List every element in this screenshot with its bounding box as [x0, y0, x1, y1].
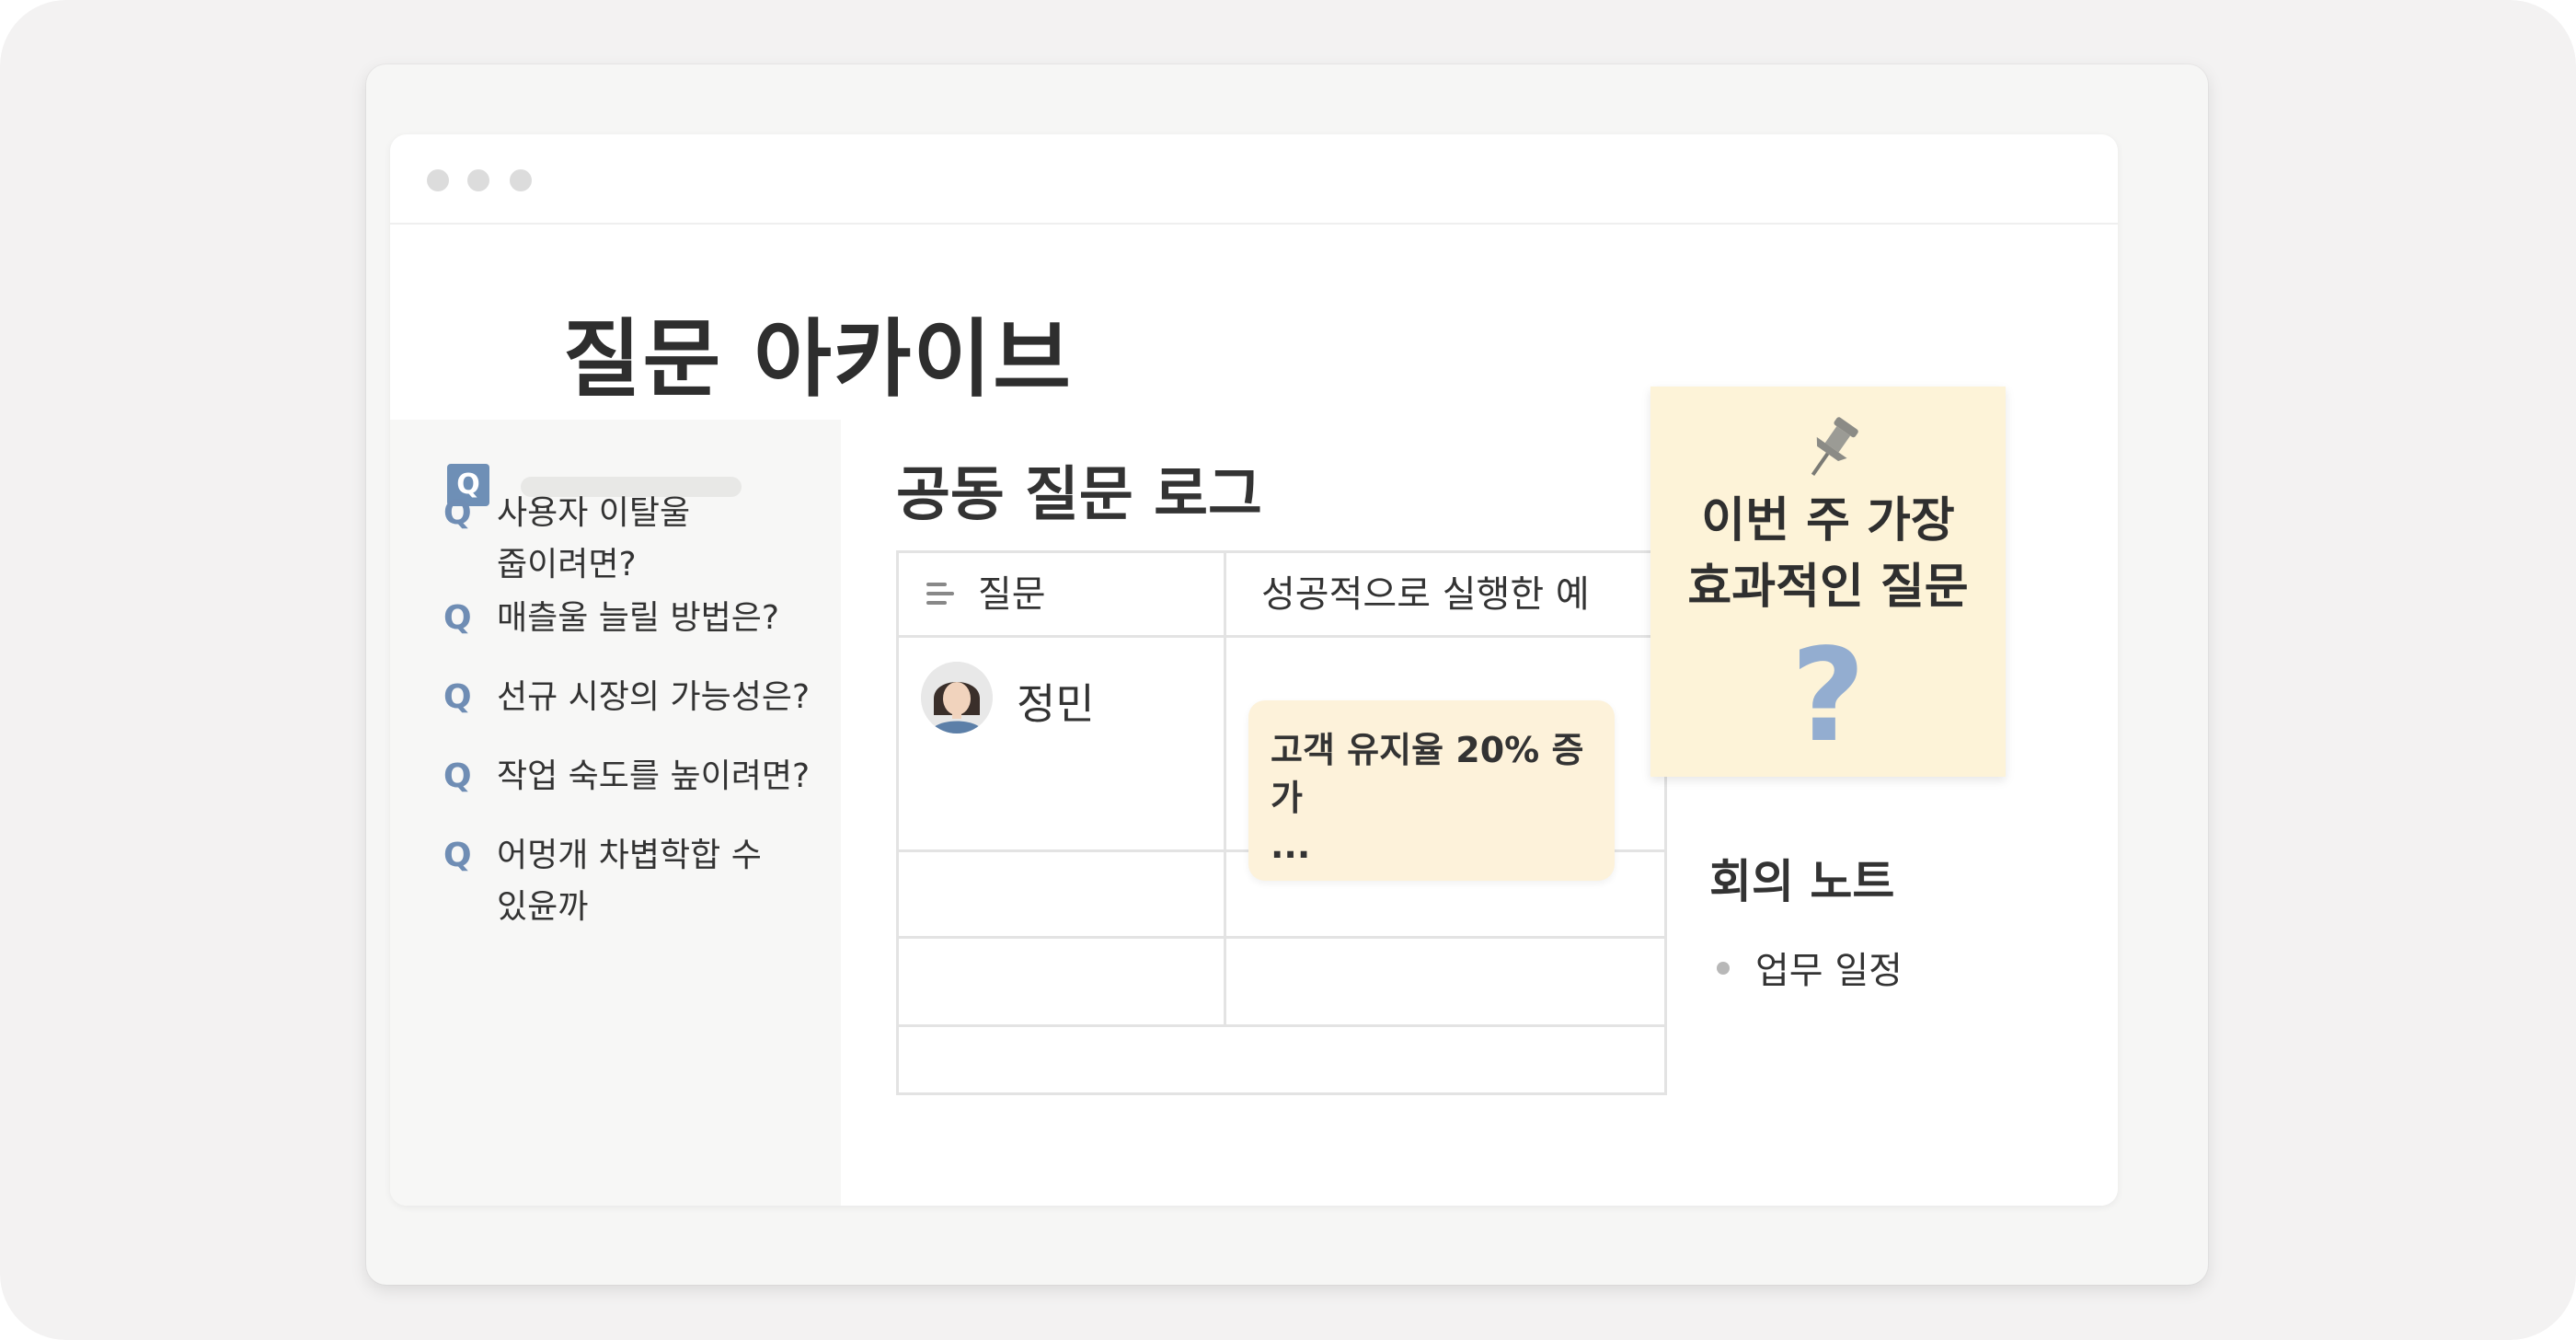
example-line: 고객 유지율 20% 증가	[1271, 730, 1584, 818]
column-divider	[1224, 553, 1226, 1027]
row-divider	[899, 1024, 1664, 1027]
window-minimize-dot[interactable]	[467, 169, 489, 191]
sidebar-item[interactable]: Q 어멍개 차볍학합 수 있윤까	[443, 830, 830, 933]
sidebar-item[interactable]: Q 매츨울 늘릴 방법은?	[443, 593, 830, 644]
example-more: ...	[1271, 826, 1311, 866]
sidebar: Q Q 사용자 이탈울 줍이려면? Q 매츨울 늘릴 방법은? Q 선규 시장의…	[390, 420, 841, 1206]
sticky-note[interactable]: 이번 주 가장 효과적인 질문 ?	[1650, 387, 2006, 777]
question-mark-icon: ?	[1790, 621, 1866, 771]
meeting-notes-title: 회의 노트	[1709, 855, 1895, 908]
column-header-example[interactable]: 성공적으로 실행한 예	[1261, 553, 1666, 636]
sidebar-item-label: 있윤까	[497, 888, 589, 926]
question-icon: Q	[443, 757, 472, 795]
sidebar-item-label: 어멍개 차볍학합 수	[497, 837, 762, 874]
question-icon: Q	[443, 678, 472, 716]
sidebar-item-label: 매츨울 늘릴 방법은?	[497, 599, 779, 637]
log-title: 공동 질문 로그	[896, 461, 1262, 529]
column-header-label: 질문	[978, 573, 1046, 616]
author-name: 정민	[1017, 679, 1095, 729]
sticky-line: 이번 주 가장	[1701, 493, 1955, 549]
sidebar-item-label: 줍이려면?	[497, 546, 637, 583]
example-text: 고객 유지율 20% 증가 ...	[1271, 726, 1602, 870]
example-card[interactable]: 고객 유지율 20% 증가 ...	[1248, 700, 1615, 881]
row-divider	[899, 936, 1664, 939]
window-close-dot[interactable]	[427, 169, 449, 191]
pushpin-icon	[1798, 412, 1864, 486]
bullet-icon	[1717, 962, 1730, 975]
question-icon: Q	[443, 599, 472, 637]
sidebar-item-label: 선규 시장의 가능성은?	[497, 678, 811, 716]
sticky-line: 효과적인 질문	[1687, 560, 1969, 615]
sidebar-item-label: 작업 숙도를 높이려면?	[497, 757, 811, 795]
sticky-heading: 이번 주 가장 효과적인 질문	[1650, 488, 2006, 620]
sidebar-item[interactable]: Q 작업 숙도를 높이려면?	[443, 751, 830, 803]
page-title: 질문 아카이브	[563, 310, 1073, 409]
background: 질문 아카이브 Q Q 사용자 이탈울 줍이려면? Q 매츨울 늘릴 방법은? …	[0, 0, 2576, 1340]
column-header-question[interactable]: 질문	[899, 553, 1224, 636]
note-item[interactable]: 업무 일정	[1755, 941, 1903, 994]
column-header-label: 성공적으로 실행한 예	[1261, 573, 1590, 616]
question-log-table: 질문 성공적으로 실행한 예 정민 고객 유지율 20% 증가 ...	[896, 550, 1667, 1095]
question-icon: Q	[443, 494, 472, 532]
sidebar-item-label: 사용자 이탈울	[497, 494, 691, 532]
sidebar-item[interactable]: Q 선규 시장의 가능성은?	[443, 672, 830, 723]
avatar	[921, 662, 993, 734]
window-maximize-dot[interactable]	[510, 169, 532, 191]
question-icon: Q	[443, 837, 472, 874]
window-titlebar	[390, 134, 2118, 225]
text-lines-icon	[926, 581, 954, 608]
sidebar-item[interactable]: Q 사용자 이탈울 줍이려면?	[443, 488, 830, 591]
